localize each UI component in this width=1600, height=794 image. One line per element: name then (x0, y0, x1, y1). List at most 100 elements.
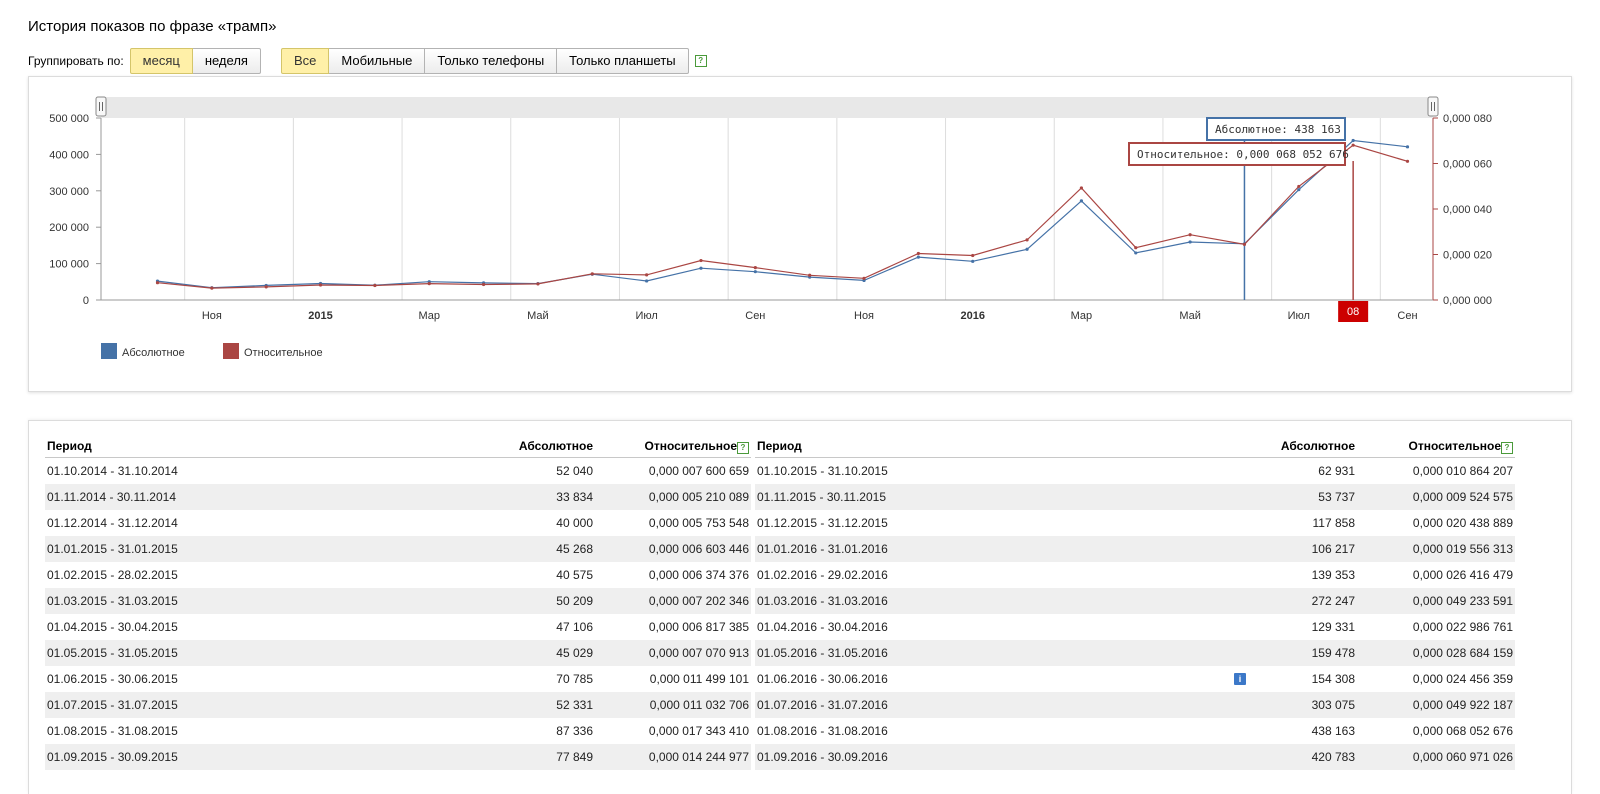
data-point-relative[interactable] (699, 258, 703, 263)
data-point-absolute[interactable] (916, 255, 920, 259)
navigator-right-handle[interactable] (1427, 96, 1439, 117)
table-header-row: Период Абсолютное Относительное? (45, 435, 751, 458)
relative-cell: 0,000 007 600 659 (648, 464, 749, 478)
y-right-tick-label: 0,000 080 (1443, 113, 1492, 125)
relative-cell: 0,000 020 438 889 (1412, 516, 1513, 530)
legend-relative-label[interactable]: Относительное (244, 347, 323, 359)
data-point-relative[interactable] (1351, 143, 1355, 147)
group-by-buttons: месяц неделя (129, 48, 261, 74)
data-point-absolute[interactable] (1025, 247, 1029, 251)
table-row: 01.02.2016 - 29.02.2016 139 353 0,000 026 … (755, 562, 1515, 588)
data-point-relative[interactable] (155, 281, 160, 285)
table-row: 01.02.2015 - 28.02.2015 40 575 0,000 006 3… (45, 562, 751, 588)
data-point-absolute[interactable] (1134, 251, 1138, 255)
data-point-absolute[interactable] (753, 270, 757, 274)
data-point-absolute[interactable] (1405, 145, 1410, 149)
data-point-relative[interactable] (645, 273, 649, 277)
col-relative-header: Относительное? (595, 435, 751, 458)
absolute-cell: 106 217 (1235, 536, 1357, 562)
period-cell: 01.09.2016 - 30.09.2016 (755, 744, 1235, 770)
legend-absolute-label[interactable]: Абсолютное (122, 347, 185, 359)
y-right-tick-label: 0,000 060 (1443, 159, 1492, 171)
data-point-relative[interactable] (1188, 233, 1192, 237)
col-relative-label: Относительное (1408, 438, 1501, 453)
group-week-button[interactable]: неделя (192, 48, 261, 74)
table-header-row: Период Абсолютное Относительное? (755, 435, 1515, 458)
x-tick-label: 2015 (308, 310, 332, 322)
group-month-button[interactable]: месяц (129, 48, 193, 74)
navigator-track[interactable] (101, 97, 1433, 118)
device-all-button[interactable]: Все (280, 48, 330, 74)
navigator-left-handle[interactable] (95, 96, 107, 117)
data-point-relative[interactable] (481, 282, 486, 287)
data-point-relative[interactable] (427, 282, 431, 286)
history-chart[interactable]: 0 100 000 200 000 300 000 400 000 500 000 0,00… (29, 77, 1571, 391)
absolute-cell: 50 209 (435, 588, 595, 614)
table-row: 01.06.2016 - 30.06.2016 i 154 308 0,000 024… (755, 666, 1515, 692)
legend-absolute-swatch[interactable] (101, 343, 117, 359)
help-icon[interactable]: ? (1501, 441, 1513, 454)
col-relative-label: Относительное (644, 438, 737, 453)
x-tick-label: Ноя (854, 310, 874, 322)
relative-cell: 0,000 024 456 359 (1412, 672, 1513, 686)
period-cell: 01.05.2015 - 31.05.2015 (45, 640, 435, 666)
relative-cell: 0,000 060 971 026 (1357, 744, 1515, 770)
x-tick-label: Мар (1071, 310, 1093, 322)
stats-table-right: Период Абсолютное Относительное? 01.10.2… (755, 435, 1515, 770)
table-row: 01.03.2016 - 31.03.2016 272 247 0,000 049 … (755, 588, 1515, 614)
data-point-relative[interactable] (1405, 159, 1410, 163)
table-row: 01.08.2015 - 31.08.2015 87 336 0,000 017 3… (45, 718, 751, 744)
device-tablets-button[interactable]: Только планшеты (557, 48, 689, 74)
data-point-absolute[interactable] (699, 266, 703, 270)
data-point-relative[interactable] (590, 272, 594, 276)
relative-cell: 0,000 010 864 207 (1412, 464, 1513, 478)
period-cell: 01.10.2015 - 31.10.2015 (757, 464, 888, 478)
absolute-cell: 40 575 (556, 568, 593, 582)
x-tick-label: Мар (418, 310, 440, 322)
help-icon[interactable]: ? (737, 441, 749, 454)
data-point-relative[interactable] (862, 276, 866, 280)
data-point-relative[interactable] (1134, 246, 1138, 250)
x-tick-label: Май (527, 310, 549, 322)
period-cell: 01.12.2014 - 31.12.2014 (47, 516, 178, 530)
data-point-absolute[interactable] (1079, 199, 1084, 203)
data-point-relative[interactable] (318, 283, 323, 287)
y-left-tick-label: 300 000 (49, 186, 89, 198)
table-row: 01.05.2016 - 31.05.2016 159 478 0,000 028 … (755, 640, 1515, 666)
table-row: 01.07.2016 - 31.07.2016 303 075 0,000 049 … (755, 692, 1515, 718)
data-point-relative[interactable] (1297, 184, 1301, 189)
data-point-absolute[interactable] (1188, 240, 1192, 244)
data-point-relative[interactable] (1242, 242, 1247, 246)
data-point-relative[interactable] (753, 265, 757, 270)
data-point-absolute[interactable] (1297, 188, 1301, 192)
data-point-absolute[interactable] (971, 259, 975, 263)
data-point-relative[interactable] (536, 282, 540, 286)
data-point-relative[interactable] (1079, 186, 1084, 190)
info-icon[interactable]: i (1234, 673, 1246, 685)
data-point-relative[interactable] (916, 251, 920, 256)
data-point-relative[interactable] (210, 286, 214, 290)
data-point-relative[interactable] (264, 285, 268, 289)
absolute-cell: 420 783 (1235, 744, 1357, 770)
x-tick-label: Май (1179, 310, 1201, 322)
absolute-cell: 303 075 (1235, 692, 1357, 718)
device-phones-button[interactable]: Только телефоны (425, 48, 558, 74)
absolute-value: 154 308 (1311, 672, 1355, 686)
y-right-tick-label: 0,000 020 (1443, 250, 1492, 262)
period-cell: 01.07.2016 - 31.07.2016 (755, 692, 1235, 718)
data-point-relative[interactable] (971, 253, 975, 258)
device-mobile-button[interactable]: Мобильные (329, 48, 426, 74)
x-tick-label: Сен (1397, 310, 1417, 322)
data-point-absolute[interactable] (1351, 138, 1355, 143)
data-point-relative[interactable] (373, 283, 377, 288)
data-point-relative[interactable] (808, 273, 812, 277)
legend-relative-swatch[interactable] (223, 343, 239, 359)
absolute-cell: 52 331 (435, 692, 595, 718)
data-point-relative[interactable] (1025, 238, 1029, 242)
table-row: 01.04.2016 - 30.04.2016 129 331 0,000 022 … (755, 614, 1515, 640)
help-icon[interactable]: ? (694, 55, 707, 67)
device-filter-buttons: Все Мобильные Только телефоны Только пла… (280, 48, 689, 74)
col-relative-header: Относительное? (1357, 435, 1515, 458)
data-point-absolute[interactable] (645, 279, 649, 283)
table-row: 01.11.2015 - 30.11.2015 53 737 0,000 009 5… (755, 484, 1515, 510)
